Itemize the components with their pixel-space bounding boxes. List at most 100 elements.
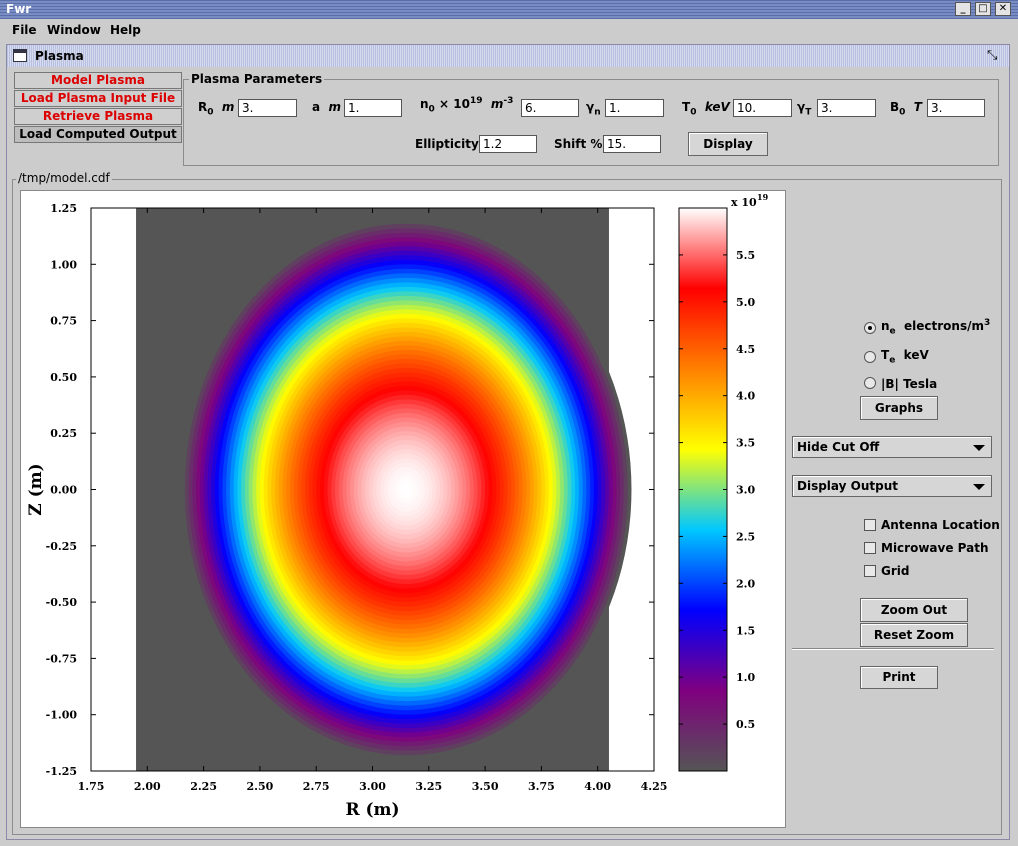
grid-label: Grid [881, 564, 910, 578]
radio-ne[interactable] [864, 322, 876, 334]
reset-zoom-button[interactable]: Reset Zoom [860, 623, 968, 647]
ellipticity-label: Ellipticity [415, 137, 479, 151]
menu-window[interactable]: Window [47, 23, 101, 37]
title-bar: Fwr _ □ ✕ [0, 0, 1018, 19]
close-icon[interactable]: ✕ [995, 2, 1011, 16]
a-label: a m [312, 100, 341, 114]
b0-field[interactable] [927, 99, 985, 117]
window-icon [13, 49, 27, 62]
gamma-n-field[interactable] [605, 99, 664, 117]
x-tick-label: 3.25 [415, 780, 442, 793]
antenna-label: Antenna Location [881, 518, 1000, 532]
minimize-icon[interactable]: _ [955, 2, 971, 16]
chevron-down-icon [973, 484, 985, 490]
radio-b-label: |B| Tesla [881, 377, 938, 391]
grid-checkbox[interactable] [864, 565, 876, 577]
colorbar-tick-label: 3.0 [736, 484, 755, 497]
menu-bar: File Window Help [0, 19, 1018, 41]
colorbar-tick-label: 3.5 [736, 437, 755, 450]
t0-label: T0 keV [682, 100, 730, 118]
density-contour [402, 484, 411, 495]
plot-svg: 1.75 2.00 2.25 2.50 2.75 3.00 3.25 3.50 3.75 4.00… [26, 192, 769, 820]
menu-file[interactable]: File [12, 23, 37, 37]
cutoff-select[interactable]: Hide Cut Off [792, 436, 992, 458]
chevron-down-icon [973, 445, 985, 451]
colorbar-tick-label: 1.5 [736, 624, 755, 637]
x-tick-label: 3.00 [359, 780, 386, 793]
display-output-select[interactable]: Display Output [792, 475, 992, 497]
colorbar-tick-label: 4.0 [736, 390, 755, 403]
radio-b[interactable] [864, 377, 876, 389]
x-tick-label: 3.75 [528, 780, 555, 793]
shift-label: Shift % [554, 137, 603, 151]
colorbar-tick-label: 2.5 [736, 530, 755, 543]
ellipticity-field[interactable] [479, 135, 537, 153]
colorbar [678, 207, 728, 772]
y-tick-label: 1.00 [50, 258, 77, 271]
microwave-label: Microwave Path [881, 541, 989, 555]
tab-load-computed-output[interactable]: Load Computed Output [14, 126, 182, 143]
y-tick-label: -1.00 [46, 709, 78, 722]
colorbar-scale-exponent: 19 [757, 192, 769, 202]
plot-panel: 1.75 2.00 2.25 2.50 2.75 3.00 3.25 3.50 3.75 4.00… [20, 190, 786, 828]
tab-load-plasma-input-file[interactable]: Load Plasma Input File [14, 90, 182, 107]
gamma-t-label: γT [797, 100, 812, 118]
shift-field[interactable] [603, 135, 661, 153]
colorbar-tick-label: 5.5 [736, 249, 755, 262]
y-tick-label: 0.25 [50, 427, 77, 440]
gamma-t-field[interactable] [817, 99, 876, 117]
radio-te-label: Te keV [881, 348, 929, 366]
radio-ne-label: ne electrons/m3 [881, 318, 991, 337]
display-button[interactable]: Display [688, 132, 768, 156]
y-axis-label: Z (m) [26, 463, 46, 515]
zoom-out-button[interactable]: Zoom Out [860, 598, 968, 622]
plasma-frame-titlebar[interactable]: Plasma ⤡ [7, 45, 1009, 67]
frame-title: Plasma [35, 49, 84, 63]
t0-field[interactable] [733, 99, 792, 117]
x-tick-label: 2.25 [190, 780, 217, 793]
colorbar-tick-label: 5.0 [736, 296, 755, 309]
x-axis-label: R (m) [345, 800, 399, 820]
print-button[interactable]: Print [860, 666, 938, 689]
tab-retrieve-plasma[interactable]: Retrieve Plasma [14, 108, 182, 125]
colorbar-tick-label: 1.0 [736, 671, 755, 684]
y-tick-label: 0.50 [50, 371, 77, 384]
colorbar-tick-label: 0.5 [736, 718, 755, 731]
colorbar-tick-label: 4.5 [736, 343, 755, 356]
window-title: Fwr [6, 2, 32, 16]
antenna-checkbox[interactable] [864, 519, 876, 531]
y-tick-label: 0.75 [50, 315, 77, 328]
n0-label: n0 × 1019 m-3 [420, 96, 514, 115]
plasma-parameters-title: Plasma Parameters [189, 72, 325, 86]
menu-help[interactable]: Help [110, 23, 141, 37]
y-tick-label: -1.25 [46, 765, 77, 778]
microwave-checkbox[interactable] [864, 542, 876, 554]
x-tick-label: 1.75 [78, 780, 105, 793]
maximize-icon[interactable]: □ [975, 2, 991, 16]
r0-field[interactable] [238, 99, 297, 117]
y-tick-label: 1.25 [50, 202, 77, 215]
colorbar-tick-label: 2.0 [736, 577, 755, 590]
colorbar-scale-label: x 10 [731, 196, 757, 209]
a-field[interactable] [344, 99, 402, 117]
restore-icon[interactable]: ⤡ [987, 48, 997, 63]
y-tick-label: -0.25 [46, 540, 77, 553]
y-tick-label: 0.00 [50, 484, 77, 497]
gamma-n-label: γn [586, 100, 601, 118]
tab-model-plasma[interactable]: Model Plasma [14, 72, 182, 89]
display-output-select-value: Display Output [797, 479, 898, 493]
output-file-title: /tmp/model.cdf [16, 171, 112, 185]
x-tick-label: 3.50 [472, 780, 499, 793]
x-tick-label: 4.25 [641, 780, 668, 793]
n0-field[interactable] [521, 99, 579, 117]
x-tick-label: 2.50 [247, 780, 274, 793]
x-tick-label: 4.00 [584, 780, 611, 793]
cutoff-select-value: Hide Cut Off [797, 440, 880, 454]
plasma-parameters-group [183, 79, 999, 166]
divider [792, 648, 994, 650]
radio-te[interactable] [864, 351, 876, 363]
y-tick-label: -0.75 [46, 652, 77, 665]
x-tick-label: 2.75 [303, 780, 330, 793]
y-tick-label: -0.50 [46, 596, 78, 609]
graphs-button[interactable]: Graphs [860, 396, 938, 420]
